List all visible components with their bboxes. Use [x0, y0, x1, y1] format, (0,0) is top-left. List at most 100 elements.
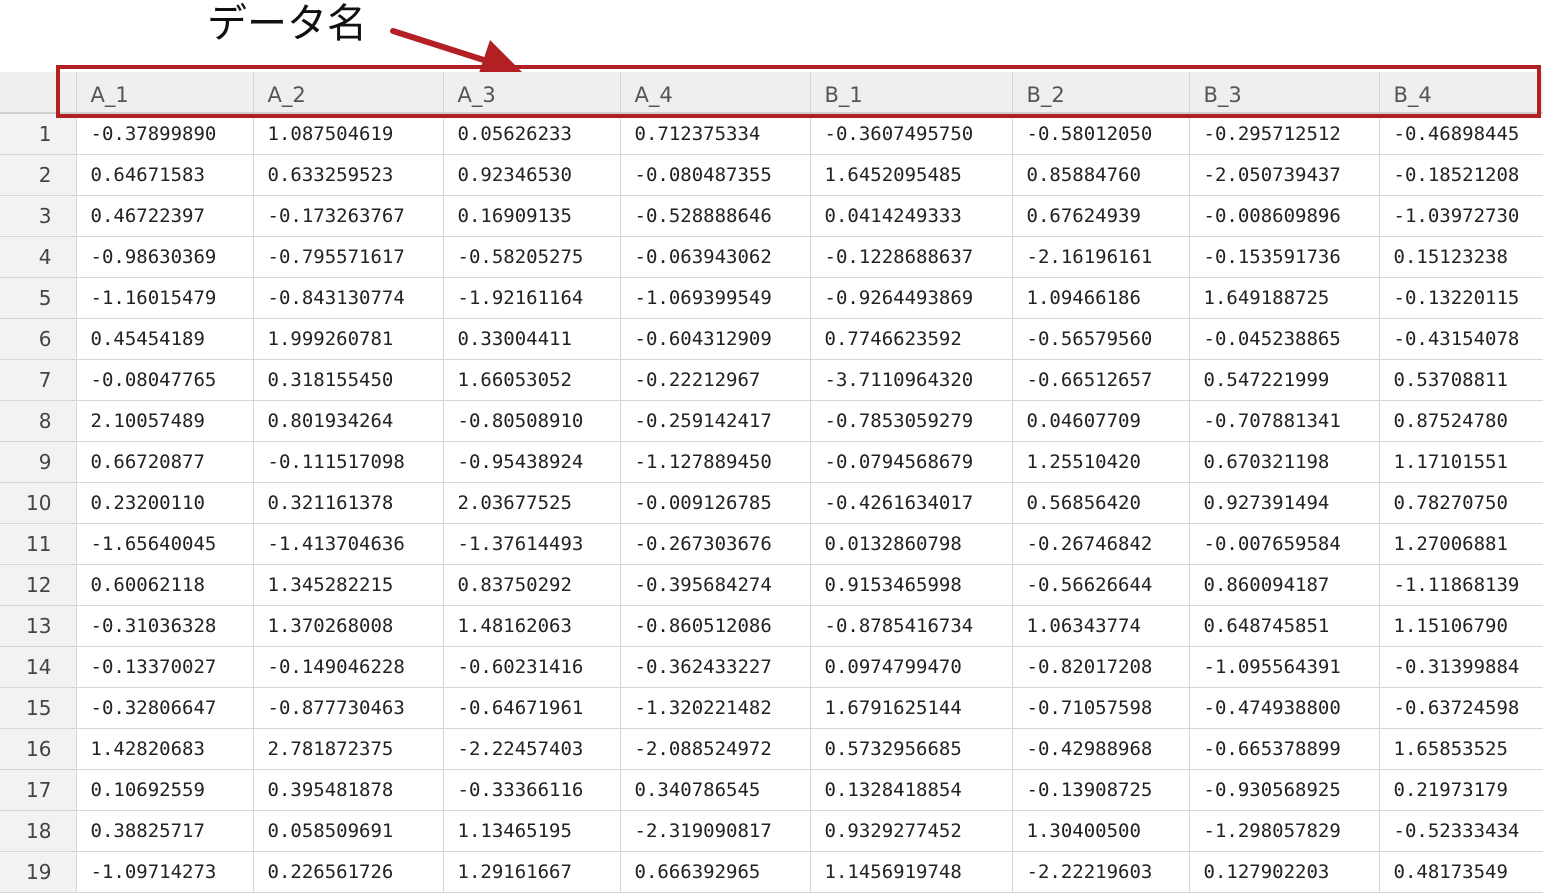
data-cell[interactable]: -0.60231416: [443, 646, 621, 688]
data-cell[interactable]: -0.1228688637: [810, 236, 1013, 278]
data-cell[interactable]: 0.395481878: [253, 769, 444, 811]
data-cell[interactable]: 1.6791625144: [810, 687, 1013, 729]
data-cell[interactable]: 2.03677525: [443, 482, 621, 524]
row-number[interactable]: 3: [0, 195, 77, 237]
corner-cell[interactable]: [0, 72, 77, 114]
data-cell[interactable]: 1.25510420: [1012, 441, 1190, 483]
data-cell[interactable]: -0.3607495750: [810, 113, 1013, 155]
data-cell[interactable]: 0.633259523: [253, 154, 444, 196]
data-cell[interactable]: -0.362433227: [620, 646, 811, 688]
row-number[interactable]: 15: [0, 687, 77, 729]
data-cell[interactable]: 0.0974799470: [810, 646, 1013, 688]
data-cell[interactable]: 0.712375334: [620, 113, 811, 155]
row-number[interactable]: 17: [0, 769, 77, 811]
data-cell[interactable]: -0.66512657: [1012, 359, 1190, 401]
data-cell[interactable]: 0.9329277452: [810, 810, 1013, 852]
row-number[interactable]: 18: [0, 810, 77, 852]
data-cell[interactable]: -0.80508910: [443, 400, 621, 442]
data-cell[interactable]: -0.063943062: [620, 236, 811, 278]
row-number[interactable]: 6: [0, 318, 77, 360]
data-cell[interactable]: -0.604312909: [620, 318, 811, 360]
data-cell[interactable]: -0.82017208: [1012, 646, 1190, 688]
data-cell[interactable]: 0.92346530: [443, 154, 621, 196]
data-cell[interactable]: -2.22219603: [1012, 851, 1190, 893]
data-cell[interactable]: 1.345282215: [253, 564, 444, 606]
column-header[interactable]: A_2: [253, 72, 444, 114]
row-number[interactable]: 14: [0, 646, 77, 688]
data-cell[interactable]: 1.087504619: [253, 113, 444, 155]
data-cell[interactable]: 1.66053052: [443, 359, 621, 401]
data-cell[interactable]: -0.42988968: [1012, 728, 1190, 770]
data-cell[interactable]: 0.04607709: [1012, 400, 1190, 442]
data-cell[interactable]: 0.46722397: [76, 195, 254, 237]
data-cell[interactable]: -0.31399884: [1379, 646, 1543, 688]
data-cell[interactable]: -0.149046228: [253, 646, 444, 688]
data-cell[interactable]: -0.58205275: [443, 236, 621, 278]
data-cell[interactable]: 0.226561726: [253, 851, 444, 893]
data-cell[interactable]: 1.30400500: [1012, 810, 1190, 852]
data-cell[interactable]: -0.64671961: [443, 687, 621, 729]
data-cell[interactable]: -0.007659584: [1189, 523, 1380, 565]
data-cell[interactable]: -1.413704636: [253, 523, 444, 565]
data-cell[interactable]: -1.65640045: [76, 523, 254, 565]
data-cell[interactable]: -1.16015479: [76, 277, 254, 319]
data-cell[interactable]: 0.21973179: [1379, 769, 1543, 811]
data-cell[interactable]: -1.069399549: [620, 277, 811, 319]
data-cell[interactable]: -0.56626644: [1012, 564, 1190, 606]
row-number[interactable]: 4: [0, 236, 77, 278]
data-cell[interactable]: -0.32806647: [76, 687, 254, 729]
data-cell[interactable]: 1.370268008: [253, 605, 444, 647]
row-number[interactable]: 2: [0, 154, 77, 196]
data-cell[interactable]: 1.17101551: [1379, 441, 1543, 483]
row-number[interactable]: 19: [0, 851, 77, 893]
data-cell[interactable]: -0.295712512: [1189, 113, 1380, 155]
data-cell[interactable]: -0.63724598: [1379, 687, 1543, 729]
data-cell[interactable]: 0.801934264: [253, 400, 444, 442]
data-cell[interactable]: -1.320221482: [620, 687, 811, 729]
data-cell[interactable]: 0.83750292: [443, 564, 621, 606]
data-cell[interactable]: -0.153591736: [1189, 236, 1380, 278]
data-cell[interactable]: -0.009126785: [620, 482, 811, 524]
data-cell[interactable]: 0.23200110: [76, 482, 254, 524]
data-cell[interactable]: 0.66720877: [76, 441, 254, 483]
data-cell[interactable]: -0.08047765: [76, 359, 254, 401]
data-cell[interactable]: 1.06343774: [1012, 605, 1190, 647]
data-cell[interactable]: -0.37899890: [76, 113, 254, 155]
data-cell[interactable]: 0.85884760: [1012, 154, 1190, 196]
data-cell[interactable]: -0.843130774: [253, 277, 444, 319]
data-cell[interactable]: 0.0132860798: [810, 523, 1013, 565]
data-cell[interactable]: 0.666392965: [620, 851, 811, 893]
data-cell[interactable]: -0.395684274: [620, 564, 811, 606]
data-cell[interactable]: -0.474938800: [1189, 687, 1380, 729]
data-cell[interactable]: 1.09466186: [1012, 277, 1190, 319]
row-number[interactable]: 7: [0, 359, 77, 401]
data-cell[interactable]: -3.7110964320: [810, 359, 1013, 401]
data-cell[interactable]: 0.16909135: [443, 195, 621, 237]
data-cell[interactable]: -0.31036328: [76, 605, 254, 647]
data-cell[interactable]: -0.8785416734: [810, 605, 1013, 647]
row-number[interactable]: 16: [0, 728, 77, 770]
data-cell[interactable]: 1.29161667: [443, 851, 621, 893]
data-cell[interactable]: 2.781872375: [253, 728, 444, 770]
data-cell[interactable]: 0.321161378: [253, 482, 444, 524]
data-cell[interactable]: 0.53708811: [1379, 359, 1543, 401]
data-cell[interactable]: 0.64671583: [76, 154, 254, 196]
data-cell[interactable]: -0.267303676: [620, 523, 811, 565]
data-cell[interactable]: -0.528888646: [620, 195, 811, 237]
data-cell[interactable]: 0.56856420: [1012, 482, 1190, 524]
data-cell[interactable]: 1.65853525: [1379, 728, 1543, 770]
data-cell[interactable]: 1.13465195: [443, 810, 621, 852]
column-header[interactable]: A_4: [620, 72, 811, 114]
data-cell[interactable]: -0.95438924: [443, 441, 621, 483]
data-cell[interactable]: -0.877730463: [253, 687, 444, 729]
data-cell[interactable]: 0.45454189: [76, 318, 254, 360]
data-cell[interactable]: -0.9264493869: [810, 277, 1013, 319]
data-cell[interactable]: 2.10057489: [76, 400, 254, 442]
data-cell[interactable]: -0.665378899: [1189, 728, 1380, 770]
column-header[interactable]: A_1: [76, 72, 254, 114]
data-cell[interactable]: 0.5732956685: [810, 728, 1013, 770]
data-cell[interactable]: -0.173263767: [253, 195, 444, 237]
data-cell[interactable]: -0.930568925: [1189, 769, 1380, 811]
data-cell[interactable]: -0.707881341: [1189, 400, 1380, 442]
data-cell[interactable]: -0.13908725: [1012, 769, 1190, 811]
